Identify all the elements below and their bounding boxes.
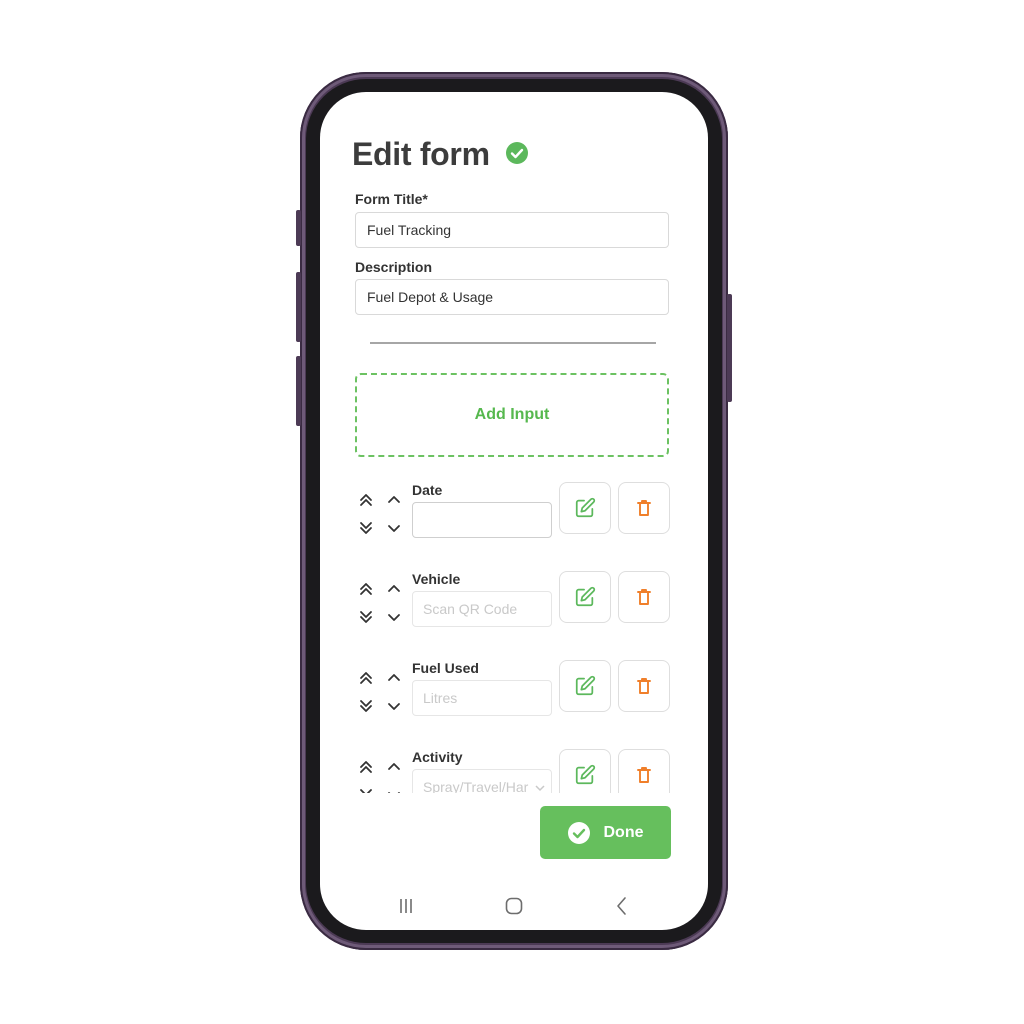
edit-icon [575, 586, 596, 607]
delete-input-button[interactable] [618, 660, 670, 712]
side-button [296, 210, 301, 246]
input-preview-field[interactable]: Scan QR Code [412, 591, 552, 627]
chevron-down-icon [535, 785, 545, 792]
power-button [727, 294, 732, 402]
input-label: Date [412, 482, 443, 498]
delete-input-button[interactable] [618, 749, 670, 793]
move-up-icon[interactable] [386, 670, 402, 686]
edit-input-button[interactable] [559, 660, 611, 712]
volume-up-button [296, 272, 301, 342]
form-title-label: Form Title* [355, 191, 428, 207]
edit-icon [575, 675, 596, 696]
select-value: Spray/Travel/Har [423, 779, 529, 793]
input-preview-field[interactable]: Litres [412, 680, 552, 716]
recents-icon[interactable] [394, 894, 418, 918]
input-preview-field[interactable] [412, 502, 552, 538]
add-input-label: Add Input [474, 406, 550, 423]
divider [370, 342, 656, 344]
input-row: Fuel Used Litres [320, 660, 708, 722]
done-button[interactable]: Done [540, 806, 671, 859]
move-to-bottom-icon[interactable] [358, 609, 374, 625]
input-row: Date [320, 482, 708, 544]
move-to-top-icon[interactable] [358, 492, 374, 508]
input-label: Activity [412, 749, 463, 765]
move-to-top-icon[interactable] [358, 670, 374, 686]
edit-icon [575, 497, 596, 518]
delete-input-button[interactable] [618, 482, 670, 534]
add-input-button[interactable]: Add Input [355, 373, 669, 457]
back-icon[interactable] [610, 894, 634, 918]
trash-icon [637, 589, 651, 605]
input-row: Vehicle Scan QR Code [320, 571, 708, 633]
move-down-icon[interactable] [386, 520, 402, 536]
check-circle-icon [506, 142, 528, 164]
move-down-icon[interactable] [386, 698, 402, 714]
input-label: Vehicle [412, 571, 461, 587]
move-to-top-icon[interactable] [358, 759, 374, 775]
input-label: Fuel Used [412, 660, 479, 676]
check-circle-icon [567, 821, 590, 844]
move-to-bottom-icon[interactable] [358, 520, 374, 536]
description-label: Description [355, 259, 433, 275]
edit-input-button[interactable] [559, 482, 611, 534]
move-to-bottom-icon[interactable] [358, 787, 374, 793]
done-label: Done [603, 823, 644, 841]
move-up-icon[interactable] [386, 581, 402, 597]
description-input[interactable]: Fuel Depot & Usage [355, 279, 669, 315]
edit-icon [575, 764, 596, 785]
trash-icon [637, 500, 651, 516]
edit-input-button[interactable] [559, 749, 611, 793]
volume-down-button [296, 356, 301, 426]
move-down-icon[interactable] [386, 609, 402, 625]
phone-screen: Edit form Form Title* Fuel Tracking Desc… [320, 92, 708, 930]
move-to-bottom-icon[interactable] [358, 698, 374, 714]
move-to-top-icon[interactable] [358, 581, 374, 597]
trash-icon [637, 767, 651, 783]
system-nav-bar [320, 892, 708, 920]
trash-icon [637, 678, 651, 694]
input-row: Activity Spray/Travel/Har [320, 749, 708, 793]
form-title-input[interactable]: Fuel Tracking [355, 212, 669, 248]
input-preview-field[interactable]: Spray/Travel/Har [412, 769, 552, 793]
input-list[interactable]: Date Vehicle Scan QR Code Fuel Used Litr… [320, 477, 708, 793]
page-title: Edit form [352, 136, 490, 172]
delete-input-button[interactable] [618, 571, 670, 623]
move-down-icon[interactable] [386, 787, 402, 793]
move-up-icon[interactable] [386, 759, 402, 775]
home-icon[interactable] [502, 894, 526, 918]
edit-input-button[interactable] [559, 571, 611, 623]
move-up-icon[interactable] [386, 492, 402, 508]
